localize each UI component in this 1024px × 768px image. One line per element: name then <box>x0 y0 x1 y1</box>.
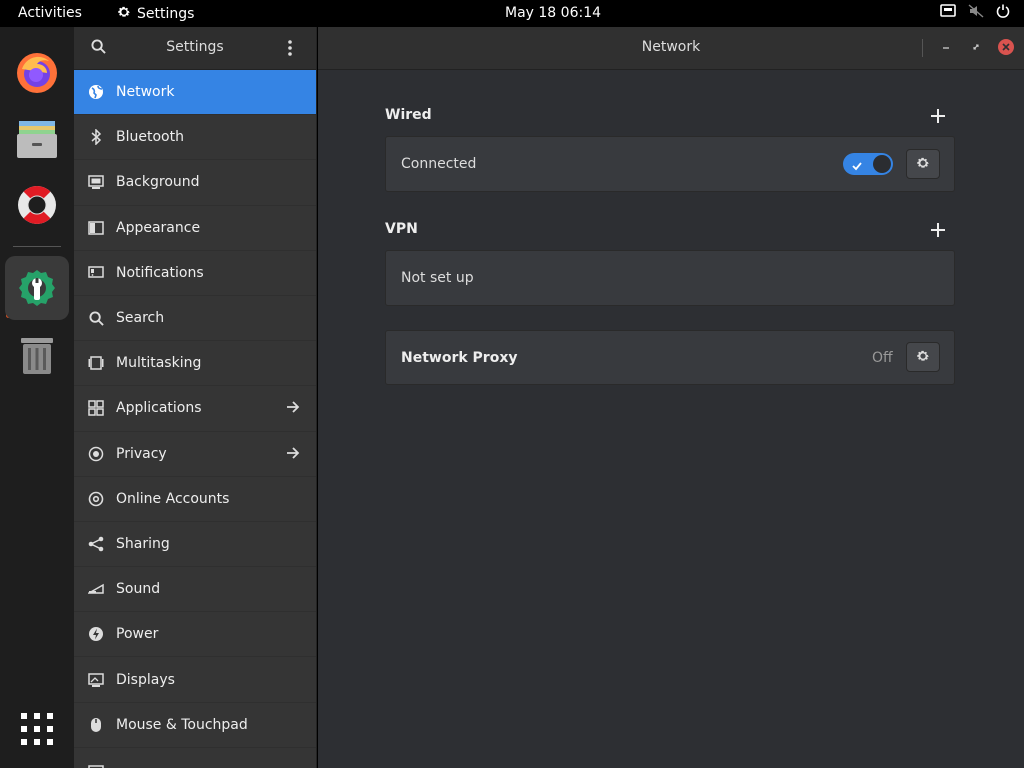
sidebar-item-power[interactable]: Power <box>74 612 316 658</box>
help-icon[interactable] <box>5 173 69 237</box>
kebab-menu-icon[interactable] <box>288 40 292 60</box>
add-wired-button[interactable] <box>930 108 946 124</box>
sidebar-item-network[interactable]: Network <box>74 70 316 116</box>
sidebar-item-bluetooth[interactable]: Bluetooth <box>74 115 316 161</box>
arrow-right-icon <box>286 400 300 418</box>
notification-icon <box>88 265 104 281</box>
files-icon[interactable] <box>5 107 69 171</box>
arrow-right-icon <box>286 446 300 464</box>
minimize-button[interactable] <box>938 39 954 55</box>
sidebar-item-privacy[interactable]: Privacy <box>74 432 316 477</box>
sidebar-item-sound[interactable]: Sound <box>74 567 316 613</box>
wired-toggle[interactable] <box>843 153 893 175</box>
sidebar-item-label: Online Accounts <box>116 490 230 507</box>
sidebar-item-label: Sharing <box>116 535 170 552</box>
close-button[interactable] <box>998 39 1014 55</box>
sidebar-item-keyboard[interactable] <box>74 748 316 768</box>
toggle-knob <box>873 155 891 173</box>
mouse-icon <box>88 717 104 733</box>
settings-icon[interactable] <box>5 256 69 320</box>
sidebar-item-label: Power <box>116 626 159 643</box>
dock-separator <box>13 246 61 247</box>
add-vpn-button[interactable] <box>930 222 946 238</box>
appearance-icon <box>88 220 104 236</box>
sidebar-item-label: Displays <box>116 671 175 688</box>
sidebar-item-notifications[interactable]: Notifications <box>74 251 316 296</box>
sidebar-header: Settings <box>74 27 316 70</box>
clock[interactable]: May 18 06:14 <box>505 5 601 21</box>
sidebar-item-label: Sound <box>116 581 161 598</box>
restore-button[interactable] <box>968 39 984 55</box>
proxy-status: Off <box>872 350 893 366</box>
muted-speaker-icon[interactable] <box>968 4 984 22</box>
network-panel: Network Wired Connected VPN Not set up N… <box>318 27 1024 768</box>
search-icon <box>88 310 104 326</box>
sidebar-item-online-accounts[interactable]: Online Accounts <box>74 477 316 522</box>
wired-settings-button[interactable] <box>906 149 940 179</box>
sidebar-item-displays[interactable]: Displays <box>74 657 316 703</box>
sidebar-item-background[interactable]: Background <box>74 160 316 206</box>
app-menu[interactable]: Settings <box>117 5 194 23</box>
sidebar-item-label: Appearance <box>116 219 201 236</box>
sidebar-item-mouse-touchpad[interactable]: Mouse & Touchpad <box>74 703 316 748</box>
sidebar-item-label: Bluetooth <box>116 129 184 146</box>
sidebar-item-label: Applications <box>116 400 202 417</box>
firefox-icon[interactable] <box>5 40 69 104</box>
trash-icon[interactable] <box>5 322 69 386</box>
sidebar-item-search[interactable]: Search <box>74 296 316 342</box>
share-icon <box>88 536 104 552</box>
vpn-row: Not set up <box>385 250 955 306</box>
at-sign-icon <box>88 491 104 507</box>
display-background-icon <box>88 174 104 190</box>
sidebar-nav: Network Bluetooth Background Appearance … <box>74 70 316 768</box>
display-icon <box>88 672 104 688</box>
sidebar-item-applications[interactable]: Applications <box>74 386 316 432</box>
proxy-label: Network Proxy <box>401 350 518 366</box>
dock <box>0 27 74 768</box>
sidebar-item-label: Network <box>116 84 175 101</box>
sidebar-item-multitasking[interactable]: Multitasking <box>74 341 316 387</box>
network-wired-icon[interactable] <box>940 4 956 22</box>
privacy-icon <box>88 446 104 462</box>
vpn-section-title: VPN <box>385 221 418 237</box>
wired-status: Connected <box>401 156 477 172</box>
wired-section-title: Wired <box>385 107 432 123</box>
settings-sidebar: Settings Network Bluetooth Background Ap… <box>74 27 317 768</box>
sidebar-item-sharing[interactable]: Sharing <box>74 522 316 568</box>
keyboard-icon <box>88 762 104 768</box>
multitasking-icon <box>88 355 104 371</box>
page-title: Network <box>641 39 701 55</box>
header-separator <box>922 39 923 57</box>
sidebar-item-label: Background <box>116 174 200 191</box>
power-icon[interactable] <box>996 4 1010 22</box>
bluetooth-icon <box>88 129 104 146</box>
sidebar-item-appearance[interactable]: Appearance <box>74 206 316 251</box>
activities-button[interactable]: Activities <box>18 5 82 21</box>
applications-grid-icon <box>88 400 104 417</box>
power-bolt-icon <box>88 626 104 642</box>
sidebar-title: Settings <box>166 39 224 55</box>
gear-icon <box>117 5 131 23</box>
system-tray[interactable] <box>940 4 1010 22</box>
proxy-settings-button[interactable] <box>906 342 940 372</box>
top-bar: Activities Settings May 18 06:14 <box>0 0 1024 27</box>
sidebar-item-label: Multitasking <box>116 355 202 372</box>
vpn-status: Not set up <box>401 270 474 286</box>
sidebar-item-label: Privacy <box>116 445 167 462</box>
wired-connection-row: Connected <box>385 136 955 192</box>
globe-icon <box>88 84 104 100</box>
gear-icon <box>916 348 930 367</box>
window-controls <box>922 39 1014 57</box>
sidebar-item-label: Search <box>116 310 165 327</box>
main-header: Network <box>318 27 1024 70</box>
app-grid-icon[interactable] <box>5 697 69 761</box>
gear-icon <box>916 155 930 174</box>
sidebar-item-label: Mouse & Touchpad <box>116 716 248 733</box>
sidebar-item-label: Notifications <box>116 264 204 281</box>
check-icon <box>851 157 863 176</box>
network-proxy-row[interactable]: Network Proxy Off <box>385 330 955 385</box>
app-menu-label: Settings <box>137 6 195 22</box>
sound-icon <box>88 581 104 597</box>
